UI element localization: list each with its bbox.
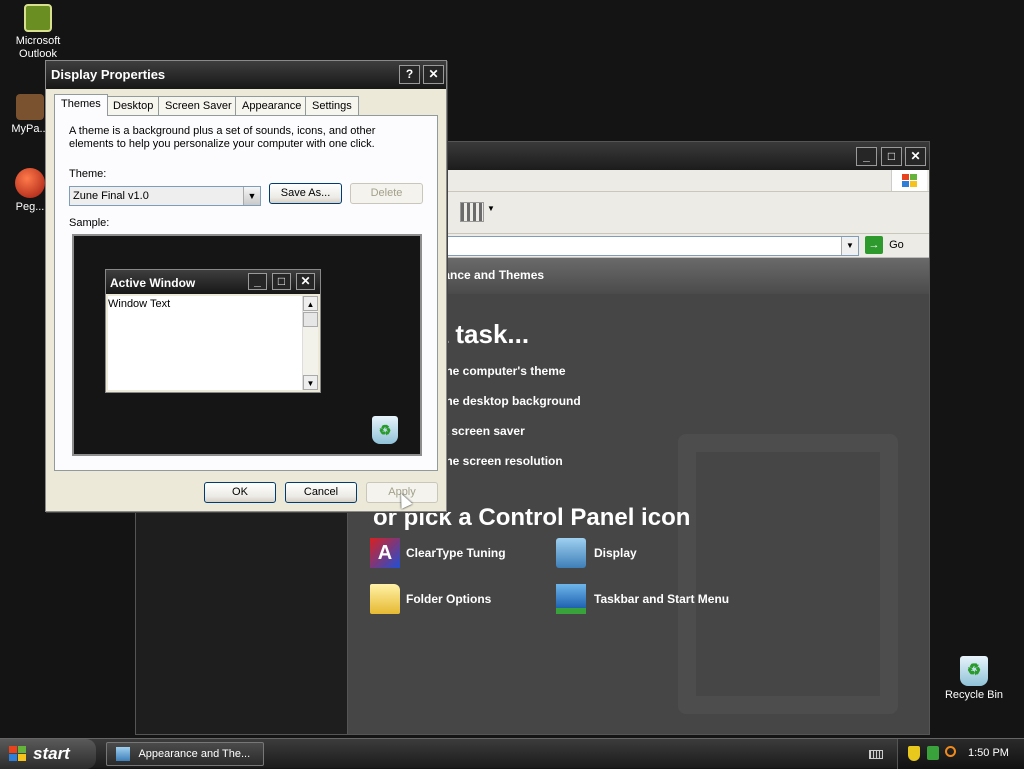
desktop-icon-recycle-bin[interactable]: ♻ Recycle Bin (936, 656, 1012, 702)
recycle-bin-icon: ♻ (960, 656, 988, 686)
sample-window-titlebar: Active Window _ □ ✕ (106, 270, 320, 294)
taskbar: start Appearance and The... 1:50 PM (0, 738, 1024, 769)
sample-label: Sample: (69, 217, 110, 229)
taskbar-task-label: Appearance and The... (138, 748, 251, 760)
search-icon[interactable] (945, 746, 956, 757)
display-label: Display (594, 546, 637, 560)
theme-select-value: Zune Final v1.0 (73, 190, 149, 202)
sample-preview: Active Window _ □ ✕ Window Text ▲ ▼ ♻ (72, 234, 422, 456)
sample-active-window: Active Window _ □ ✕ Window Text ▲ ▼ (105, 269, 321, 393)
dialog-title: Display Properties (51, 67, 166, 82)
start-button[interactable]: start (0, 739, 96, 769)
sample-window-title: Active Window (110, 276, 196, 290)
tab-screen-saver[interactable]: Screen Saver (158, 96, 239, 115)
close-button[interactable]: ✕ (423, 65, 444, 84)
themes-panel: A theme is a background plus a set of so… (54, 115, 438, 471)
pegasus-icon (15, 168, 45, 198)
windows-flag-icon (9, 746, 27, 762)
scroll-down-icon: ▼ (303, 375, 318, 390)
display-properties-dialog: Display Properties ? ✕ Themes Desktop Sc… (45, 60, 447, 512)
desktop-icon-label: Recycle Bin (944, 689, 1004, 701)
theme-description: A theme is a background plus a set of so… (69, 125, 376, 150)
tab-appearance[interactable]: Appearance (235, 96, 309, 115)
tab-themes[interactable]: Themes (54, 94, 108, 116)
display-icon (556, 538, 586, 568)
desktop-icon-label: Microsoft Outlook (15, 35, 61, 60)
folder-people-icon (16, 94, 44, 120)
folder-options-label: Folder Options (406, 592, 492, 606)
windows-logo-icon (891, 170, 927, 191)
taskbar-button-appearance[interactable]: Appearance and The... (106, 742, 264, 766)
dialog-titlebar: Display Properties ? ✕ (46, 61, 446, 89)
theme-label: Theme: (69, 168, 107, 180)
delete-button[interactable]: Delete (350, 183, 423, 204)
theme-select[interactable]: Zune Final v1.0 ▼ (69, 186, 261, 206)
address-dropdown-button[interactable]: ▼ (841, 237, 858, 255)
chevron-down-icon: ▼ (243, 187, 260, 205)
tab-desktop[interactable]: Desktop (106, 96, 161, 115)
views-icon[interactable] (460, 202, 484, 222)
go-arrow-icon: → (865, 236, 883, 254)
sample-scrollbar: ▲ ▼ (302, 296, 318, 390)
sample-window-body: Window Text ▲ ▼ (108, 296, 318, 390)
system-tray: 1:50 PM (897, 739, 1024, 769)
maximize-button[interactable]: □ (881, 147, 902, 166)
go-label: Go (889, 239, 904, 251)
chevron-down-icon[interactable]: ▼ (487, 204, 495, 213)
network-icon[interactable] (927, 746, 939, 760)
cleartype-icon: A (370, 538, 400, 568)
clock[interactable]: 1:50 PM (968, 747, 1009, 759)
outlook-icon (24, 4, 52, 32)
start-label: start (33, 744, 70, 763)
ok-button[interactable]: OK (204, 482, 276, 503)
keyboard-icon[interactable] (869, 750, 883, 759)
folder-options-icon (370, 584, 400, 614)
cancel-button[interactable]: Cancel (285, 482, 357, 503)
watermark-icon (678, 434, 898, 714)
scroll-up-icon: ▲ (303, 296, 318, 311)
save-as-button[interactable]: Save As... (269, 183, 342, 204)
maximize-icon: □ (272, 273, 291, 290)
scroll-thumb (303, 312, 318, 327)
control-panel-icon (116, 747, 130, 761)
close-button[interactable]: ✕ (905, 147, 926, 166)
minimize-icon: _ (248, 273, 267, 290)
tab-settings[interactable]: Settings (305, 96, 359, 115)
cleartype-label: ClearType Tuning (406, 546, 506, 560)
help-button[interactable]: ? (399, 65, 420, 84)
minimize-button[interactable]: _ (856, 147, 877, 166)
security-shield-icon[interactable] (908, 746, 920, 761)
taskbar-start-menu-icon (556, 584, 586, 614)
desktop-icon-outlook[interactable]: Microsoft Outlook (0, 4, 76, 61)
taskbar-start-menu-label: Taskbar and Start Menu (594, 592, 730, 606)
close-icon: ✕ (296, 273, 315, 290)
sample-recycle-bin-icon: ♻ (372, 416, 398, 444)
go-button[interactable]: → Go (865, 236, 919, 256)
sample-window-text: Window Text (108, 298, 171, 310)
